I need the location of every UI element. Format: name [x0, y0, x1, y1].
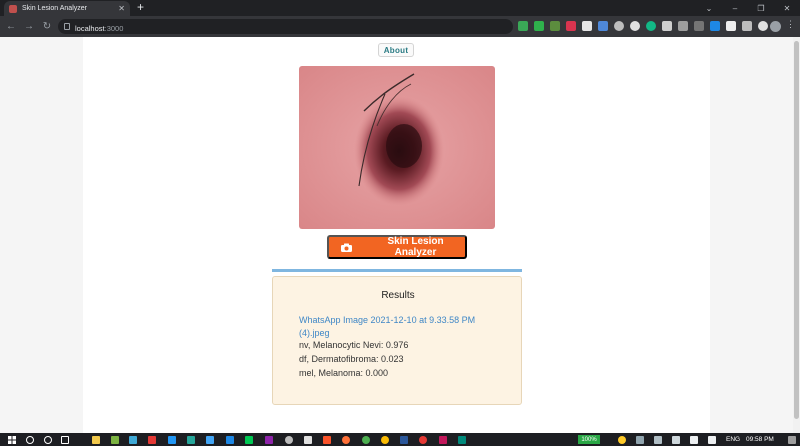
app-icon[interactable] — [419, 436, 427, 444]
extension-icon[interactable] — [550, 21, 560, 31]
results-title: Results — [381, 290, 415, 301]
extension-icon[interactable] — [758, 21, 768, 31]
profile-avatar[interactable] — [770, 21, 781, 32]
shield-extension-icon[interactable] — [534, 21, 544, 31]
notifications-icon[interactable] — [788, 436, 796, 444]
app-icon[interactable] — [187, 436, 195, 444]
menu-icon[interactable]: ⋮ — [786, 19, 795, 30]
new-tab-icon[interactable]: + — [137, 0, 144, 15]
extension-icon[interactable] — [614, 21, 624, 31]
tab-title: Skin Lesion Analyzer — [22, 5, 87, 12]
lesion-image — [299, 66, 495, 229]
app-icon[interactable] — [129, 436, 137, 444]
analyze-button-label: Skin Lesion Analyzer — [387, 236, 444, 258]
cortana-icon[interactable] — [44, 436, 52, 444]
camera-extension-icon[interactable] — [678, 21, 688, 31]
tray-icon[interactable] — [636, 436, 644, 444]
url-port: :3000 — [104, 23, 124, 33]
app-icon[interactable] — [439, 436, 447, 444]
extension-icon[interactable] — [726, 21, 736, 31]
maximize-icon[interactable]: ❐ — [748, 0, 774, 16]
app-icon[interactable] — [362, 436, 370, 444]
file-explorer-icon[interactable] — [92, 436, 100, 444]
close-tab-icon[interactable]: ✕ — [118, 4, 125, 13]
tray-icon[interactable] — [618, 436, 626, 444]
uploaded-file-name: WhatsApp Image 2021-12-10 at 9.33.58 PM … — [299, 315, 476, 338]
app-icon[interactable] — [111, 436, 119, 444]
back-icon[interactable]: ← — [4, 20, 18, 34]
task-view-icon[interactable] — [61, 436, 69, 444]
puzzle-icon[interactable] — [742, 21, 752, 31]
lock-icon — [64, 23, 70, 30]
extension-icon[interactable] — [710, 21, 720, 31]
app-icon[interactable] — [148, 436, 156, 444]
camera-icon — [341, 243, 352, 252]
page-gutter-left — [0, 37, 83, 433]
browser-toolbar: ← → ↻ localhost:3000 ⋮ — [0, 16, 800, 37]
vscode-icon[interactable] — [226, 436, 234, 444]
lightbulb-extension-icon[interactable] — [630, 21, 640, 31]
prediction-row: mel, Melanoma: 0.000 — [299, 368, 389, 378]
extension-icon[interactable] — [598, 21, 608, 31]
tray-icon[interactable] — [672, 436, 680, 444]
url-host: localhost — [75, 23, 105, 33]
extension-icon[interactable] — [582, 21, 592, 31]
tray-icon[interactable] — [654, 436, 662, 444]
network-icon[interactable] — [690, 436, 698, 444]
minimize-icon[interactable]: – — [722, 0, 748, 16]
brave-icon[interactable] — [323, 436, 331, 444]
app-icon[interactable] — [206, 436, 214, 444]
prediction-row: nv, Melanocytic Nevi: 0.976 — [299, 340, 409, 350]
app-icon[interactable] — [304, 436, 312, 444]
forward-icon[interactable]: → — [22, 20, 36, 34]
results-card: Results WhatsApp Image 2021-12-10 at 9.3… — [272, 276, 522, 405]
windows-taskbar: 100% ENG 09:58 PM — [0, 433, 800, 446]
prediction-row: df, Dermatofibroma: 0.023 — [299, 354, 404, 364]
extension-icon[interactable] — [662, 21, 672, 31]
app-icon[interactable] — [245, 436, 253, 444]
volume-icon[interactable] — [708, 436, 716, 444]
extensions-bar — [518, 21, 768, 32]
app-icon[interactable] — [168, 436, 176, 444]
app-icon[interactable] — [265, 436, 273, 444]
address-bar[interactable]: localhost:3000 — [58, 19, 513, 34]
tab-strip: Skin Lesion Analyzer ✕ + ⌄ – ❐ ✕ — [0, 0, 800, 16]
clock[interactable]: 09:58 PM — [746, 436, 774, 443]
results-divider — [272, 269, 522, 272]
close-window-icon[interactable]: ✕ — [774, 0, 800, 16]
tab-search-icon[interactable]: ⌄ — [696, 0, 722, 16]
chrome-icon[interactable] — [381, 436, 389, 444]
extension-icon[interactable] — [694, 21, 704, 31]
favicon-icon — [9, 4, 17, 13]
extension-icon[interactable] — [518, 21, 528, 31]
search-icon[interactable] — [26, 436, 34, 444]
battery-indicator[interactable]: 100% — [578, 435, 600, 444]
page-gutter-right — [710, 37, 793, 433]
windows-start-icon[interactable] — [8, 436, 16, 444]
about-button[interactable]: About — [378, 43, 414, 57]
page-scrollbar[interactable] — [793, 37, 800, 433]
extension-icon[interactable] — [646, 21, 656, 31]
extension-icon[interactable] — [566, 21, 576, 31]
skin-lesion-analyzer-button[interactable]: Skin Lesion Analyzer — [327, 235, 467, 259]
word-icon[interactable] — [400, 436, 408, 444]
firefox-icon[interactable] — [342, 436, 350, 444]
reload-icon[interactable]: ↻ — [40, 20, 54, 34]
page-viewport: About Skin Lesion Analyzer Results Whats… — [0, 37, 800, 433]
language-indicator[interactable]: ENG — [726, 436, 740, 443]
scrollbar-thumb[interactable] — [794, 41, 799, 419]
window-controls: ⌄ – ❐ ✕ — [696, 0, 800, 16]
app-icon[interactable] — [285, 436, 293, 444]
app-icon[interactable] — [458, 436, 466, 444]
browser-tab[interactable]: Skin Lesion Analyzer ✕ — [4, 1, 130, 16]
